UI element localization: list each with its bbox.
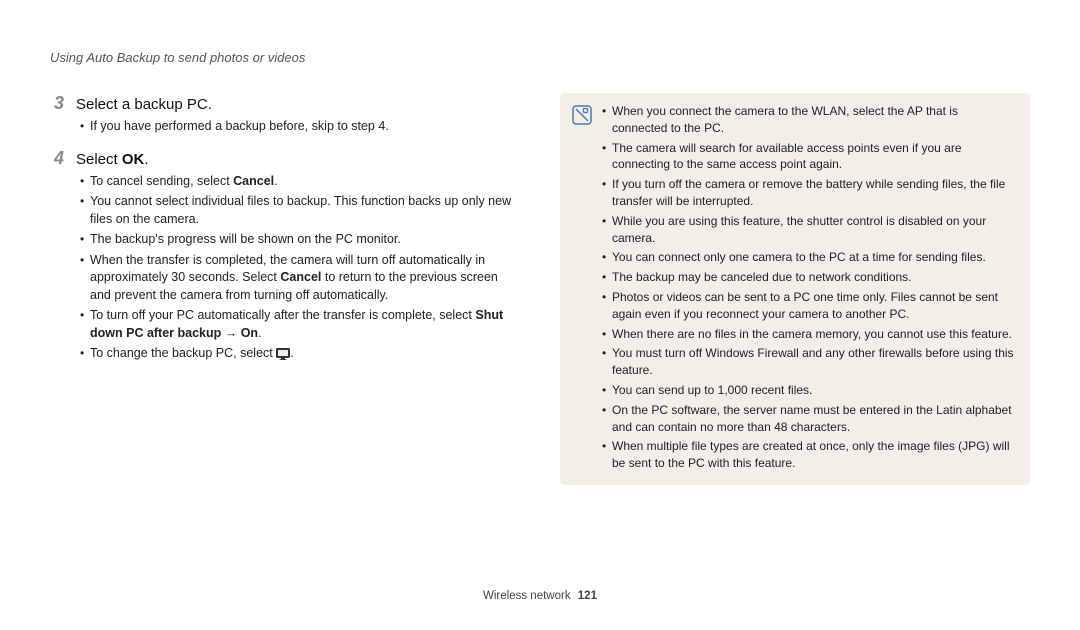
step-4-i0-pre: To cancel sending, select <box>90 174 233 188</box>
step-4-item-1: You cannot select individual files to ba… <box>80 193 520 228</box>
step-3: 3 Select a backup PC. If you have perfor… <box>50 93 520 136</box>
step-3-item-0: If you have performed a backup before, s… <box>80 118 520 136</box>
content-columns: 3 Select a backup PC. If you have perfor… <box>50 93 1030 485</box>
note-item-10: On the PC software, the server name must… <box>602 402 1016 436</box>
note-item-8: You must turn off Windows Firewall and a… <box>602 345 1016 379</box>
step-4: 4 Select OK. To cancel sending, select C… <box>50 148 520 363</box>
step-4-title-bold: OK <box>122 151 145 168</box>
right-column: When you connect the camera to the WLAN,… <box>560 93 1030 485</box>
note-item-6: Photos or videos can be sent to a PC one… <box>602 289 1016 323</box>
page-header-title: Using Auto Backup to send photos or vide… <box>50 50 1030 65</box>
step-4-i5-post: . <box>290 346 293 360</box>
step-4-i0-post: . <box>274 174 277 188</box>
step-3-title: Select a backup PC. <box>76 96 212 113</box>
step-3-head: 3 Select a backup PC. <box>50 93 520 114</box>
note-list: When you connect the camera to the WLAN,… <box>602 103 1016 475</box>
step-3-bullets: If you have performed a backup before, s… <box>50 118 520 136</box>
page-footer: Wireless network 121 <box>0 590 1080 602</box>
step-4-item-4: To turn off your PC automatically after … <box>80 307 520 342</box>
step-4-title: Select OK. <box>76 151 149 168</box>
step-4-i3-bold: Cancel <box>280 270 321 284</box>
note-item-4: You can connect only one camera to the P… <box>602 249 1016 266</box>
manual-page: Using Auto Backup to send photos or vide… <box>0 0 1080 630</box>
note-item-5: The backup may be canceled due to networ… <box>602 269 1016 286</box>
footer-page-number: 121 <box>578 590 597 602</box>
step-4-item-3: When the transfer is completed, the came… <box>80 252 520 305</box>
step-4-number: 4 <box>50 148 68 169</box>
monitor-icon <box>276 346 290 360</box>
note-info-icon <box>572 105 592 125</box>
step-4-title-pre: Select <box>76 151 122 168</box>
step-4-title-post: . <box>144 151 148 168</box>
step-4-i4-post: . <box>258 326 261 340</box>
info-note-box: When you connect the camera to the WLAN,… <box>560 93 1030 485</box>
note-item-11: When multiple file types are created at … <box>602 438 1016 472</box>
step-4-head: 4 Select OK. <box>50 148 520 169</box>
note-item-7: When there are no files in the camera me… <box>602 326 1016 343</box>
step-4-i5-pre: To change the backup PC, select <box>90 346 276 360</box>
left-column: 3 Select a backup PC. If you have perfor… <box>50 93 520 485</box>
step-4-item-5: To change the backup PC, select . <box>80 345 520 363</box>
step-4-item-2: The backup's progress will be shown on t… <box>80 231 520 249</box>
note-item-0: When you connect the camera to the WLAN,… <box>602 103 1016 137</box>
note-item-3: While you are using this feature, the sh… <box>602 213 1016 247</box>
step-4-i0-bold: Cancel <box>233 174 274 188</box>
note-item-1: The camera will search for available acc… <box>602 140 1016 174</box>
step-4-i4-pre: To turn off your PC automatically after … <box>90 308 475 322</box>
note-item-2: If you turn off the camera or remove the… <box>602 176 1016 210</box>
step-4-bullets: To cancel sending, select Cancel. You ca… <box>50 173 520 363</box>
note-item-9: You can send up to 1,000 recent files. <box>602 382 1016 399</box>
step-4-item-0: To cancel sending, select Cancel. <box>80 173 520 191</box>
footer-section-label: Wireless network <box>483 590 571 602</box>
step-3-number: 3 <box>50 93 68 114</box>
